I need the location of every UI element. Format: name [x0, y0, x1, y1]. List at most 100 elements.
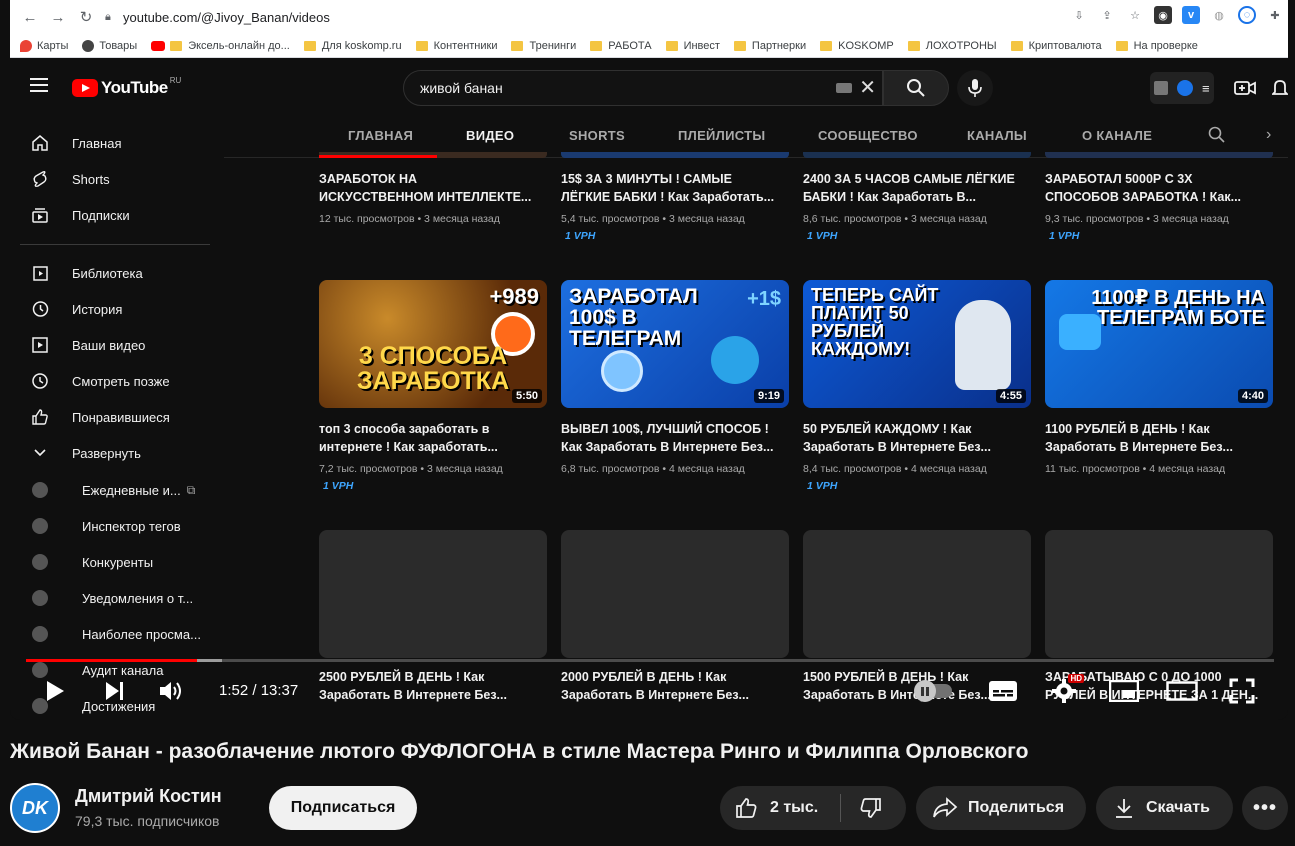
- subscribe-button[interactable]: Подписаться: [269, 786, 417, 830]
- bookmark-item: Криптовалюта: [1010, 40, 1102, 52]
- next-button[interactable]: [98, 674, 132, 708]
- bookmark-item: ЛОХОТРОНЫ: [907, 40, 997, 52]
- autoplay-toggle[interactable]: [914, 674, 954, 708]
- thumbnail-placeholder: [803, 530, 1031, 658]
- dislike-button[interactable]: [856, 786, 886, 830]
- video-thumbnail: 1100₽ В ДЕНЬ НА ТЕЛЕГРАМ БОТЕ 4:40: [1045, 280, 1273, 408]
- youtube-icon: [151, 40, 166, 51]
- folder-icon: [665, 40, 678, 51]
- thumbnail-placeholder: [561, 530, 789, 658]
- folder-icon: [907, 40, 920, 51]
- share-icon: ⇪: [1102, 9, 1112, 22]
- pause-icon: [914, 680, 936, 702]
- video-title-line: ЗАРАБОТАЛ 5000Р С 3Х: [1045, 172, 1193, 186]
- download-label: Скачать: [1146, 799, 1210, 816]
- video-meta: 7,2 тыс. просмотров • 3 месяца назад: [319, 463, 503, 475]
- search-icon: [883, 70, 949, 106]
- vph-badge: 1 VPH: [807, 230, 838, 242]
- video-title-line: ЛЁГКИЕ БАБКИ ! Как Заработать...: [561, 190, 775, 204]
- sidebar-item-subscriptions: Подписки: [20, 197, 212, 233]
- video-thumbnail: ЗАРАБОТАЛ 100$ В ТЕЛЕГРАМ +1$ 9:19: [561, 280, 789, 408]
- volume-button[interactable]: [154, 674, 188, 708]
- video-title-line: 1100 РУБЛЕЙ В ДЕНЬ ! Как: [1045, 422, 1210, 436]
- address-bar: 🔒︎ youtube.com/@Jivoy_Banan/videos: [105, 5, 1153, 29]
- emoji-graphic: [601, 350, 643, 392]
- address-url: youtube.com/@Jivoy_Banan/videos: [123, 9, 330, 25]
- video-title-line: интернете ! Как заработать...: [319, 440, 498, 454]
- download-button[interactable]: Скачать: [1096, 786, 1233, 830]
- globe-icon: ◍: [1214, 9, 1224, 22]
- video-duration: 9:19: [753, 389, 784, 403]
- extension-icon: [20, 518, 60, 534]
- bookmark-item: Эксель-онлайн до...: [151, 40, 290, 52]
- miniplayer-button[interactable]: [1106, 674, 1142, 708]
- vk-icon: v: [1182, 6, 1200, 24]
- hd-badge: HD: [1068, 674, 1084, 683]
- vidiq-icon: [1177, 80, 1194, 96]
- play-square-icon: [20, 336, 60, 354]
- video-meta: 6,8 тыс. просмотров • 4 месяца назад: [561, 463, 745, 475]
- thumbnail-badge: +1$: [747, 288, 781, 310]
- share-button[interactable]: Поделиться: [916, 786, 1086, 830]
- chevron-down-icon: [20, 448, 60, 458]
- video-meta: 8,4 тыс. просмотров • 4 месяца назад: [803, 463, 987, 475]
- bookmark-item: Для koskomp.ru: [303, 40, 402, 52]
- thumb-up-icon: [20, 408, 60, 426]
- folder-icon: [733, 40, 746, 51]
- video-content-youtube-page: YouTube RU живой банан ✕ ≡ ГЛАВНАЯ ВИДЕО…: [10, 58, 1288, 720]
- like-count: 2 тыс.: [770, 799, 819, 816]
- video-duration: 4:55: [995, 389, 1026, 403]
- like-button[interactable]: 2 тыс.: [734, 786, 834, 830]
- subtitles-button[interactable]: [985, 674, 1021, 708]
- thumbnail-edge: [1045, 152, 1273, 158]
- thumb-up-icon: [736, 798, 757, 818]
- video-meta: 8,6 тыс. просмотров • 3 месяца назад: [803, 213, 987, 225]
- youtube-play-icon: [72, 79, 98, 97]
- bookmark-item: Товары: [82, 39, 137, 52]
- played-bar: [26, 659, 197, 662]
- sidebar-item-shorts: Shorts: [20, 161, 212, 197]
- theater-mode-button[interactable]: [1164, 674, 1200, 708]
- bookmark-item: Инвест: [665, 40, 720, 52]
- channel-name[interactable]: Дмитрий Костин: [75, 786, 222, 807]
- folder-icon: [415, 40, 428, 51]
- inner-sidebar: Главная Shorts Подписки Библиотека Истор…: [10, 118, 222, 720]
- video-thumbnail: ТЕПЕРЬ САЙТ ПЛАТИТ 50 РУБЛЕЙ КАЖДОМУ! 4:…: [803, 280, 1031, 408]
- video-meta: 9,3 тыс. просмотров • 3 месяца назад: [1045, 213, 1229, 225]
- tab-about: О КАНАЛЕ: [1082, 128, 1153, 143]
- folder-icon: [303, 40, 316, 51]
- video-title-line: 50 РУБЛЕЙ КАЖДОМУ ! Как: [803, 422, 972, 436]
- circle-ext-icon: ◌: [1238, 6, 1256, 24]
- video-player[interactable]: ← → ↻ 🔒︎ youtube.com/@Jivoy_Banan/videos…: [10, 0, 1288, 720]
- download-icon: [1114, 797, 1134, 819]
- channel-avatar[interactable]: DK: [10, 783, 60, 833]
- bookmark-item: Карты: [20, 39, 68, 52]
- settings-button[interactable]: HD: [1046, 674, 1084, 708]
- folder-icon: [590, 40, 603, 51]
- vph-badge: 1 VPH: [565, 230, 596, 242]
- share-label: Поделиться: [968, 799, 1065, 816]
- folder-icon: [511, 40, 524, 51]
- video-duration: 4:40: [1237, 389, 1268, 403]
- shorts-icon: [20, 170, 60, 188]
- more-actions-button[interactable]: •••: [1242, 786, 1288, 830]
- sidebar-ext-tag-inspector: Инспектор тегов: [20, 508, 212, 544]
- sidebar-divider: [20, 244, 210, 245]
- fullscreen-button[interactable]: [1224, 674, 1260, 708]
- time-display: 1:52 / 13:37: [219, 682, 299, 699]
- play-button[interactable]: [38, 674, 72, 708]
- sidebar-item-expand: Развернуть: [20, 435, 212, 471]
- sidebar-ext-notifications: Уведомления о т...: [20, 580, 212, 616]
- bookmark-item: РАБОТА: [590, 40, 652, 52]
- clock-icon: [20, 372, 60, 390]
- video-title-line: ИСКУССТВЕННОМ ИНТЕЛЛЕКТЕ...: [319, 190, 532, 204]
- bookmark-item: Партнерки: [733, 40, 806, 52]
- video-title-line: 2000 РУБЛЕЙ В ДЕНЬ ! Как: [561, 670, 727, 684]
- video-title-line: ЗАРАБОТОК НА: [319, 172, 418, 186]
- history-icon: [20, 300, 60, 318]
- subscriptions-icon: [20, 206, 60, 224]
- progress-bar[interactable]: [26, 659, 1274, 662]
- chevron-right-icon: ›: [1266, 126, 1272, 143]
- bell-icon: [1270, 78, 1288, 98]
- browser-extension-icons: ⇩ ⇪ ☆ ◉ v ◍ ◌ ✚: [1070, 6, 1288, 24]
